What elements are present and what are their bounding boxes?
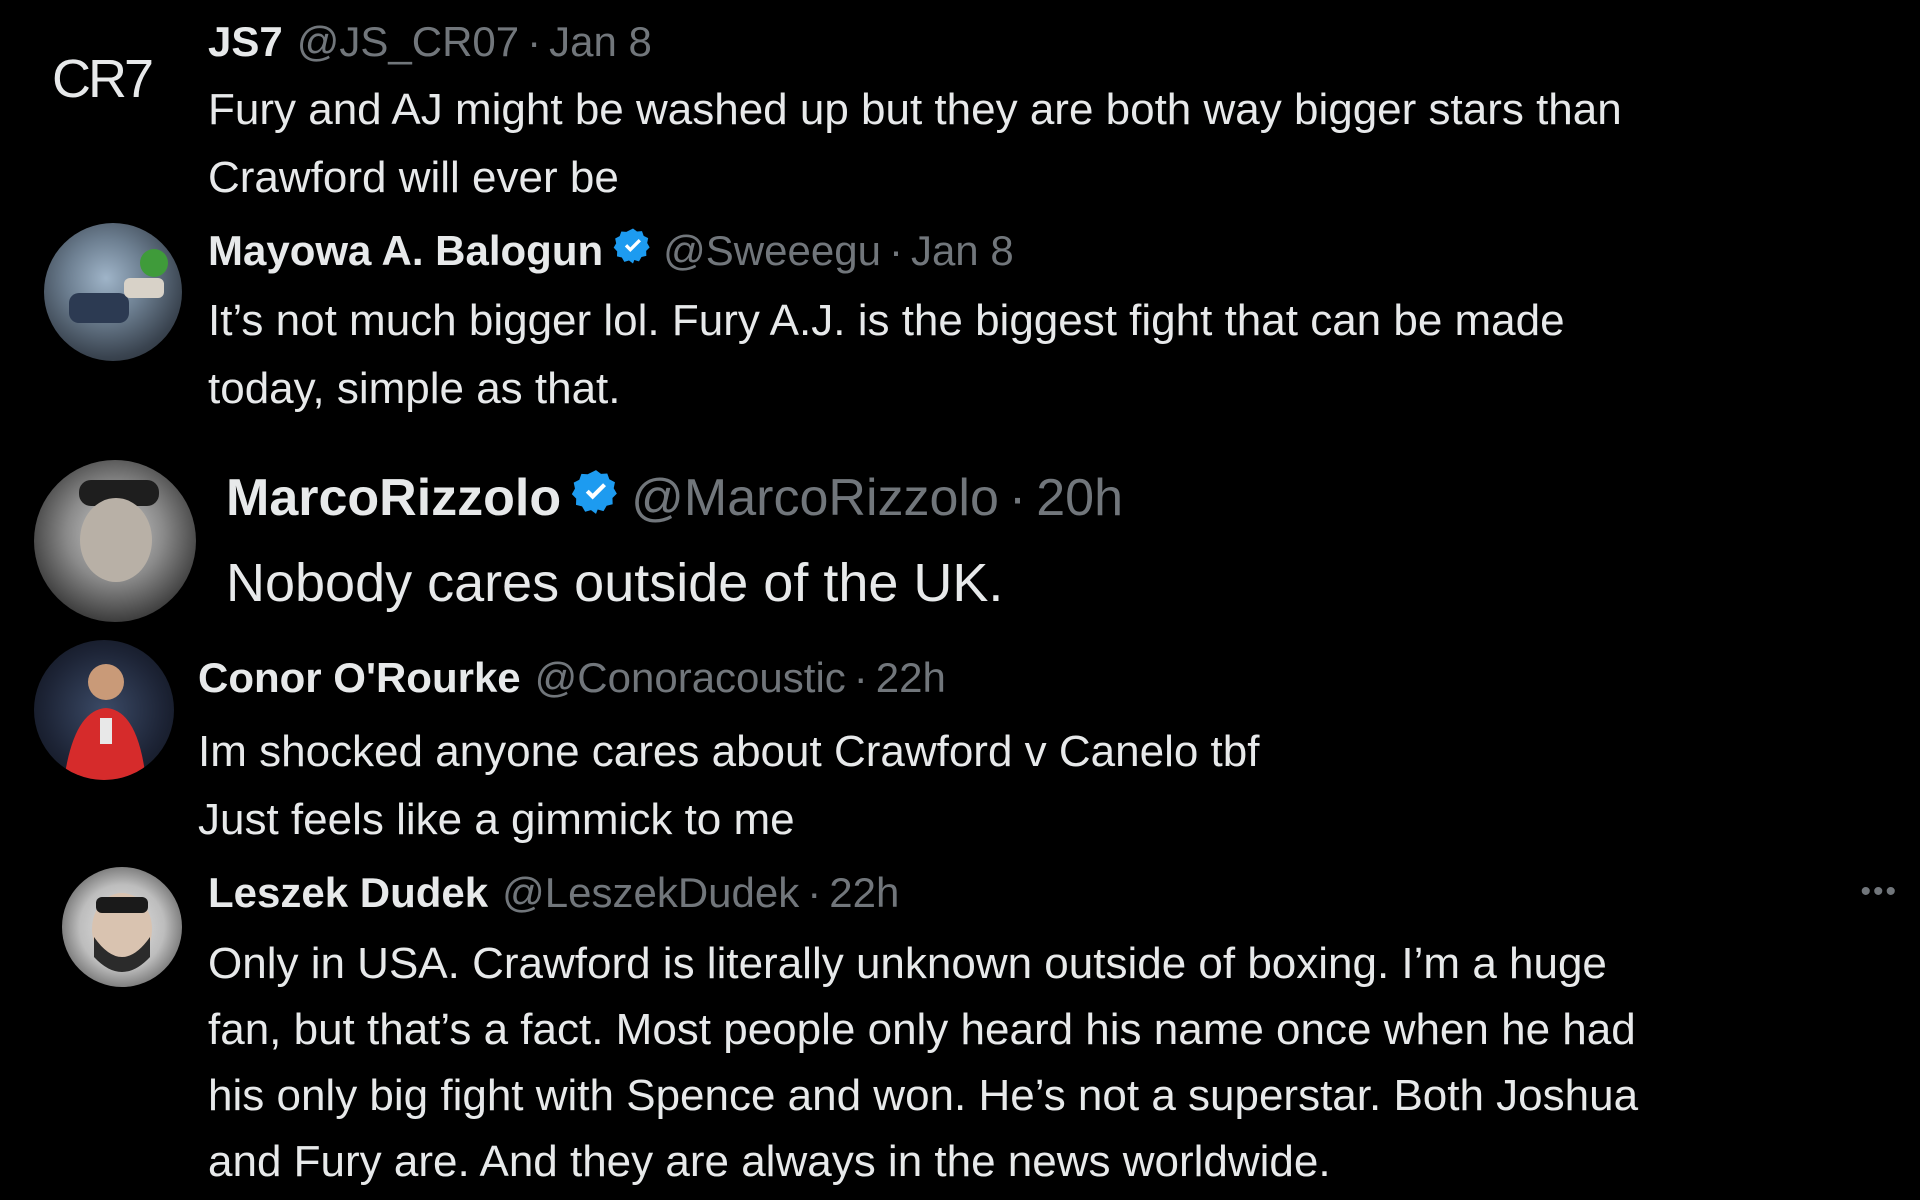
timestamp[interactable]: Jan 8: [911, 227, 1014, 275]
separator-dot: ·: [807, 869, 822, 916]
timestamp[interactable]: 22h: [876, 654, 946, 702]
tweet-mayowa[interactable]: Mayowa A. Balogun @Sweeegu · Jan 8 It’s …: [0, 215, 1920, 445]
author-handle[interactable]: @Sweeegu: [663, 227, 881, 275]
timestamp[interactable]: Jan 8: [549, 18, 652, 66]
tweet-marco[interactable]: MarcoRizzolo @MarcoRizzolo · 20h Nobody …: [0, 445, 1920, 630]
verified-badge-icon: [613, 226, 653, 276]
separator-dot: ·: [527, 18, 542, 65]
tweet-js7[interactable]: CR7 JS7 @JS_CR07 · Jan 8 Fury and AJ mig…: [0, 0, 1920, 215]
avatar[interactable]: [62, 867, 182, 987]
timestamp[interactable]: 20h: [1036, 468, 1123, 528]
author-name[interactable]: Leszek Dudek: [208, 869, 488, 917]
author-name[interactable]: JS7: [208, 18, 283, 66]
separator-dot: ·: [853, 654, 868, 701]
avatar-cr7-logo[interactable]: CR7: [52, 48, 154, 110]
author-handle[interactable]: @Conoracoustic: [535, 654, 846, 702]
tweet-conor[interactable]: Conor O'Rourke @Conoracoustic · 22h Im s…: [0, 630, 1920, 855]
author-handle[interactable]: @LeszekDudek: [502, 869, 799, 917]
separator-dot: ·: [888, 227, 903, 274]
tweet-text: Im shocked anyone cares about Crawford v…: [198, 727, 1260, 844]
tweet-text: Only in USA. Crawford is literally unkno…: [208, 939, 1639, 1186]
avatar[interactable]: [44, 223, 182, 361]
tweet-text: Fury and AJ might be washed up but they …: [208, 85, 1622, 202]
timestamp[interactable]: 22h: [829, 869, 899, 917]
more-options-icon[interactable]: •••: [1860, 875, 1898, 909]
tweet-text: It’s not much bigger lol. Fury A.J. is t…: [208, 296, 1565, 413]
tweet-text: Nobody cares outside of the UK.: [226, 553, 1004, 613]
tweet-leszek[interactable]: Leszek Dudek @LeszekDudek · 22h Only in …: [0, 855, 1920, 1200]
author-name[interactable]: Mayowa A. Balogun: [208, 227, 603, 275]
author-handle[interactable]: @JS_CR07: [297, 18, 519, 66]
avatar[interactable]: [34, 640, 174, 780]
avatar[interactable]: [34, 460, 196, 622]
author-name[interactable]: MarcoRizzolo: [226, 468, 561, 528]
author-handle[interactable]: @MarcoRizzolo: [631, 468, 999, 528]
author-name[interactable]: Conor O'Rourke: [198, 654, 521, 702]
verified-badge-icon: [571, 467, 621, 530]
separator-dot: ·: [1008, 469, 1027, 527]
